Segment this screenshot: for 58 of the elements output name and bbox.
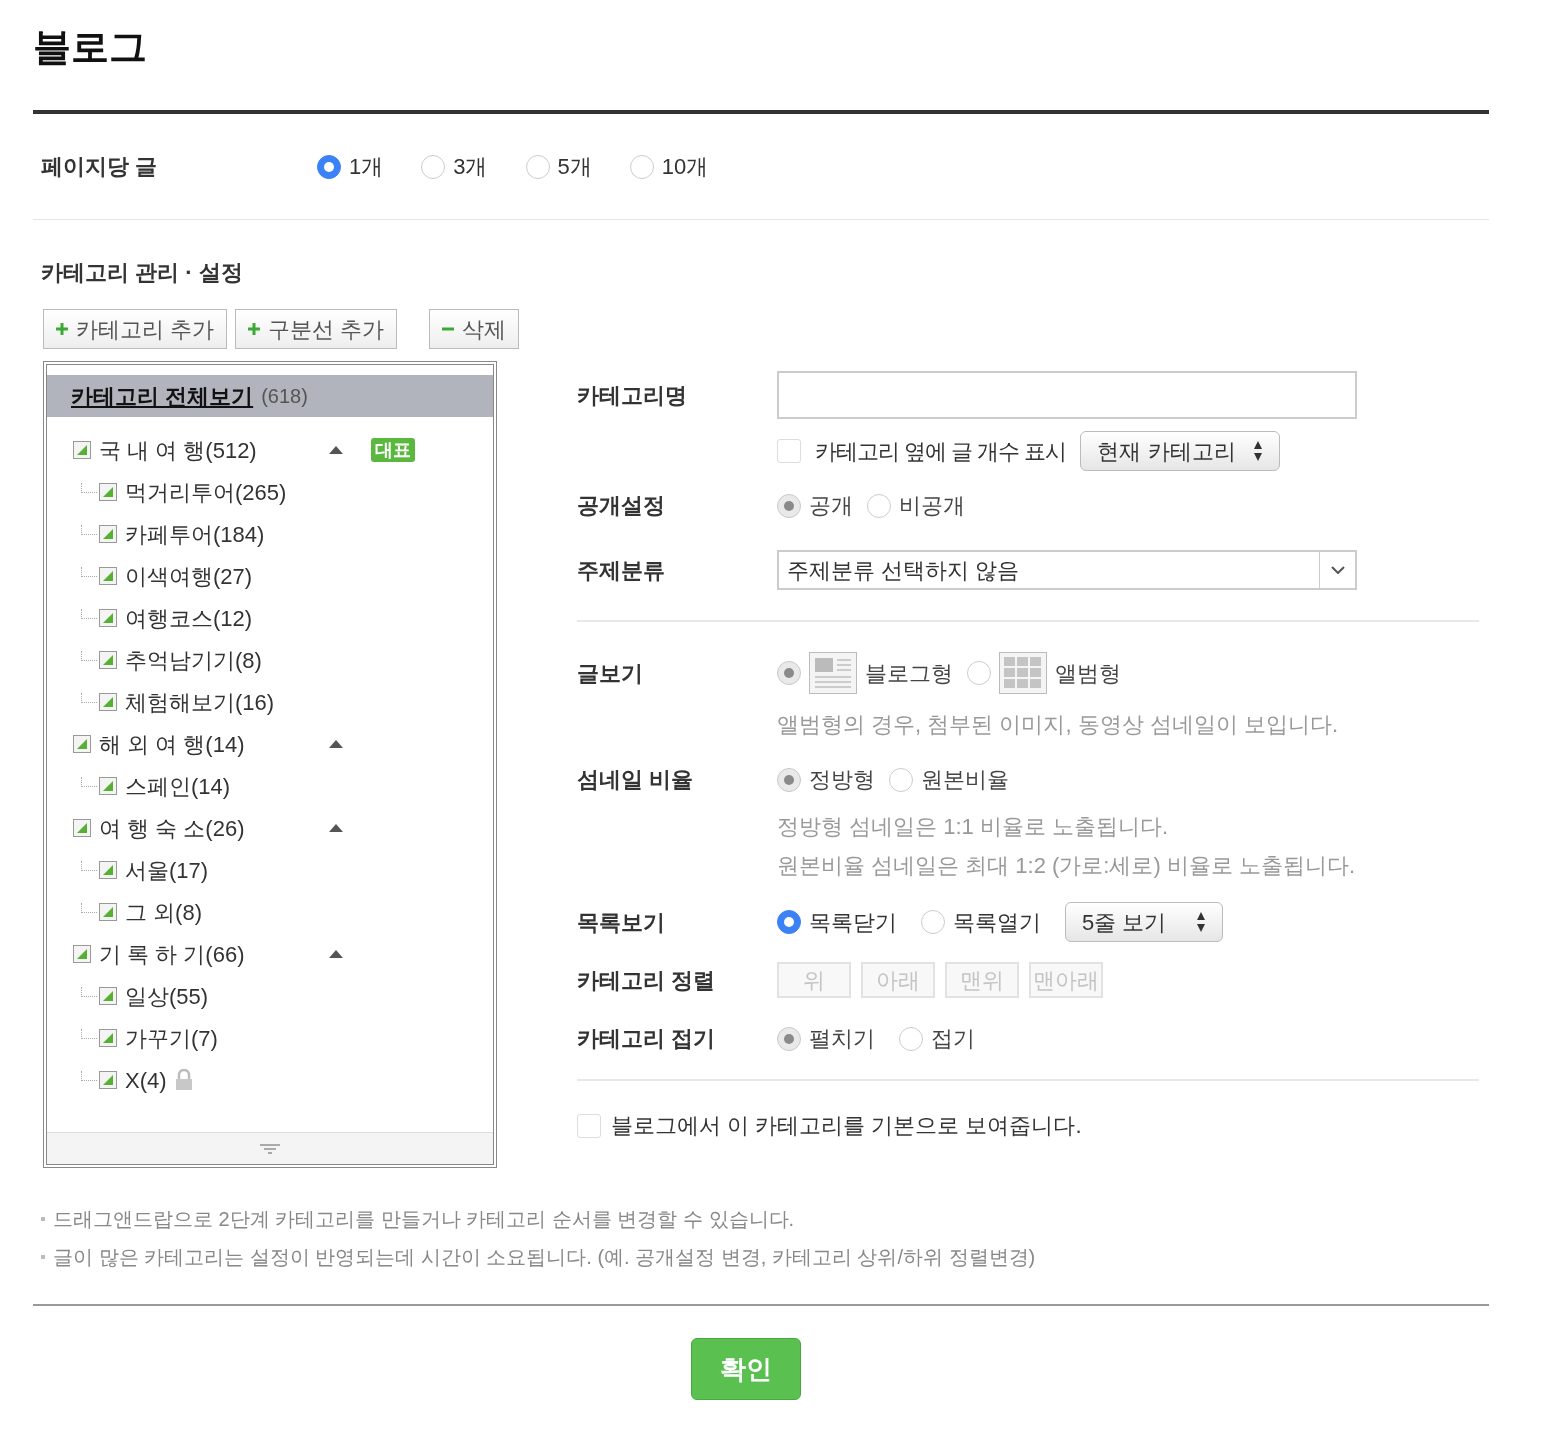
field-label: 글보기	[577, 660, 643, 686]
radio-label: 앨범형	[1055, 659, 1121, 688]
tree-item[interactable]: 가꾸기(7)	[125, 1021, 218, 1055]
radio-label: 1개	[349, 153, 384, 181]
checkbox-label: 카테고리 옆에 글 개수 표시	[815, 437, 1067, 466]
radio-label: 3개	[453, 153, 488, 181]
field-label: 주제분류	[577, 557, 665, 583]
radio-label: 정방형	[809, 766, 875, 794]
category-count: (618)	[261, 384, 308, 409]
category-scope-select[interactable]: 현재 카테고리	[1080, 431, 1281, 471]
note-text: 글이 많은 카테고리는 설정이 반영되는데 시간이 소요됩니다. (예. 공개설정 변경, 카테고리 상위/하위 정렬변경)	[53, 1245, 1036, 1270]
radio-label: 공개	[809, 492, 853, 520]
line-count-select[interactable]: 5줄 보기	[1065, 902, 1223, 942]
radio-label: 블로그형	[865, 659, 953, 688]
tree-item[interactable]: 체험해보기(16)	[125, 685, 275, 719]
toolbar-button[interactable]: 구분선 추가	[235, 309, 398, 349]
tree-header-row[interactable]: 카테고리 전체보기 (618)	[47, 375, 493, 417]
tree-item[interactable]: 여행코스(12)	[125, 601, 253, 635]
tree-item[interactable]: 이색여행(27)	[125, 559, 253, 593]
tree-item[interactable]: 국 내 여 행(512)	[99, 433, 329, 467]
tree-item[interactable]: 해 외 여 행(14)	[99, 727, 329, 761]
field-label: 섬네일 비율	[577, 767, 694, 792]
note-text: 드래그앤드랍으로 2단계 카테고리를 만들거나 카테고리 순서를 변경할 수 있습니다.	[53, 1207, 795, 1232]
tree-item[interactable]: 먹거리투어(265)	[125, 475, 287, 509]
toolbar-button[interactable]: 카테고리 추가	[43, 309, 228, 349]
tree-item[interactable]: 추억남기기(8)	[125, 643, 262, 677]
checkbox-label: 블로그에서 이 카테고리를 기본으로 보여줍니다.	[611, 1112, 1082, 1140]
tree-item[interactable]: 카페투어(184)	[125, 517, 265, 551]
topic-select[interactable]: 주제분류 선택하지 않음	[777, 550, 1357, 590]
field-label: 카테고리 접기	[577, 1026, 716, 1051]
toolbar-button[interactable]: 삭제	[429, 309, 520, 349]
tag: 대표	[371, 438, 415, 462]
tree-item[interactable]: X(4)	[125, 1063, 167, 1097]
radio-label: 비공개	[899, 492, 965, 520]
tree-item[interactable]: 기 록 하 기(66)	[99, 937, 329, 971]
help-text: 원본비율 섬네일은 최대 1:2 (가로:세로) 비율로 노출됩니다.	[777, 852, 1357, 880]
tree-item[interactable]: 서울(17)	[125, 853, 209, 887]
all-categories-link[interactable]: 카테고리 전체보기	[71, 379, 254, 413]
radio-label: 목록닫기	[809, 908, 897, 937]
page-title: 블로그	[33, 25, 148, 70]
field-label: 공개설정	[577, 493, 665, 518]
radio-label: 10개	[661, 153, 709, 181]
tree-item[interactable]: 스페인(14)	[125, 769, 231, 803]
field-label: 카테고리명	[577, 382, 687, 408]
help-text: 앨범형의 경우, 첨부된 이미지, 동영상 섬네일이 보입니다.	[777, 711, 1339, 739]
section-title: 카테고리 관리 · 설정	[41, 260, 243, 285]
radio-label: 원본비율	[921, 766, 1009, 794]
field-label: 페이지당 글	[41, 153, 159, 181]
field-label: 카테고리 정렬	[577, 967, 716, 993]
radio-label: 5개	[557, 153, 592, 181]
tree-item[interactable]: 여 행 숙 소(26)	[99, 811, 329, 845]
help-text: 정방형 섬네일은 1:1 비율로 노출됩니다.	[777, 813, 1170, 841]
tree-item[interactable]: 일상(55)	[125, 979, 209, 1013]
radio-label: 펼치기	[809, 1025, 875, 1053]
field-label: 목록보기	[577, 909, 665, 935]
radio-label: 목록열기	[953, 908, 1041, 937]
tree-item[interactable]: 그 외(8)	[125, 895, 202, 929]
radio-label: 접기	[931, 1025, 975, 1053]
